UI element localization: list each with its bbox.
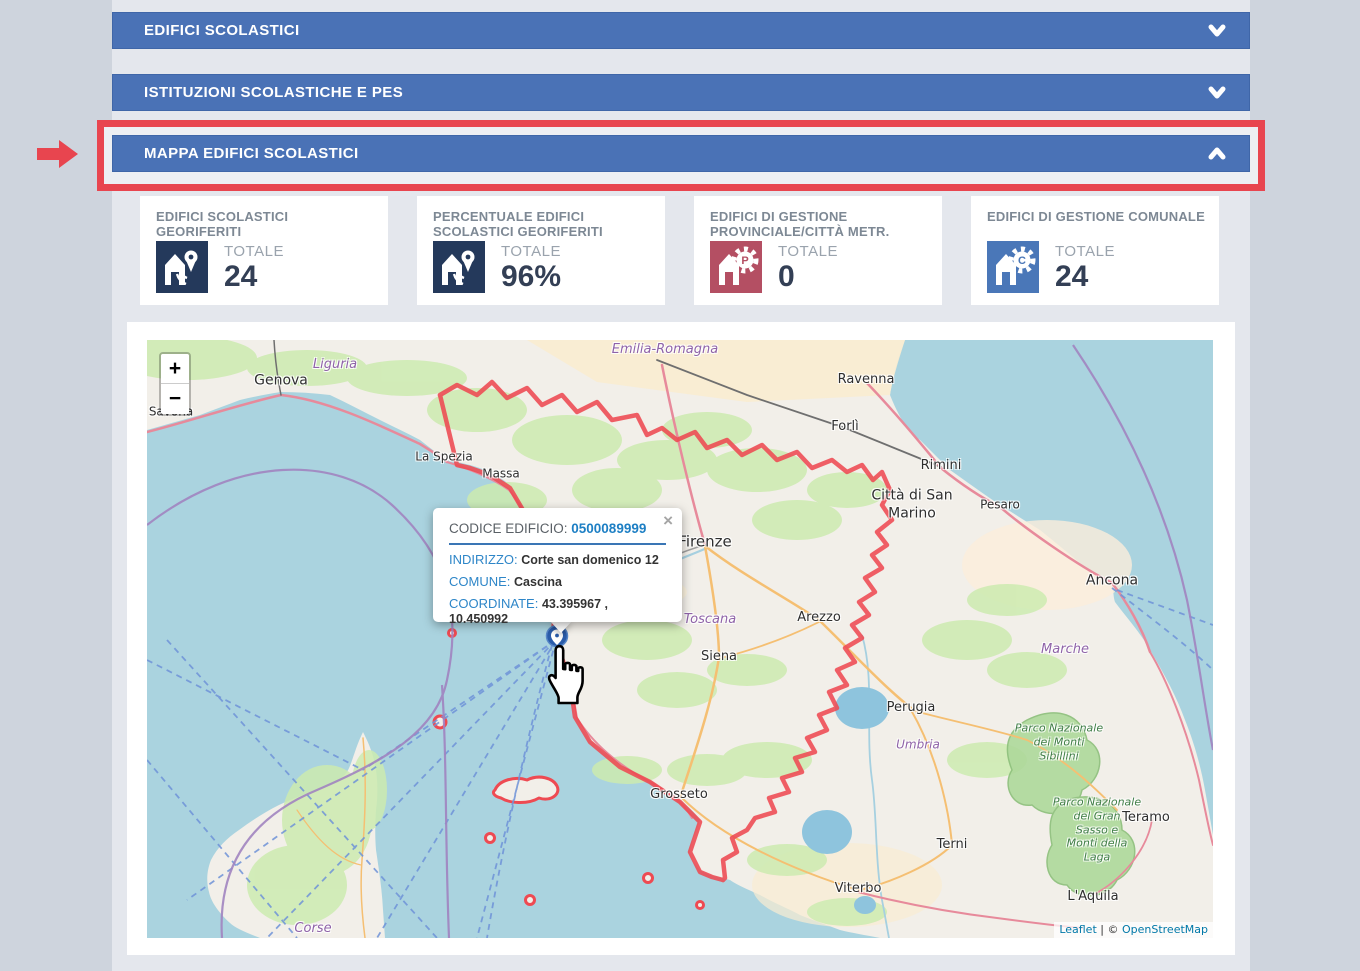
accordion-label: MAPPA EDIFICI SCOLASTICI — [113, 145, 359, 162]
totale-value: 24 — [224, 260, 257, 294]
popup-indirizzo-row: INDIRIZZO: Corte san domenico 12 — [449, 552, 666, 567]
openstreetmap-link[interactable]: OpenStreetMap — [1122, 923, 1208, 936]
codice-edificio-link[interactable]: 0500089999 — [571, 521, 646, 536]
map-popup: × CODICE EDIFICIO: 0500089999 INDIRIZZO:… — [433, 508, 682, 622]
stat-card-gestione-comunale: EDIFICI DI GESTIONE COMUNALE C TOTALE 24 — [971, 196, 1219, 305]
building-gear-icon: C — [987, 241, 1039, 293]
building-gear-icon: P — [710, 241, 762, 293]
totale-label: TOTALE — [501, 243, 561, 260]
svg-text:P: P — [741, 255, 748, 267]
accordion-label: ISTITUZIONI SCOLASTICHE E PES — [113, 84, 403, 101]
stat-title: EDIFICI DI GESTIONE PROVINCIALE/CITTÀ ME… — [694, 196, 942, 240]
accordion-istituzioni-scolastiche[interactable]: ISTITUZIONI SCOLASTICHE E PES — [112, 74, 1250, 111]
attribution-separator: | © — [1097, 923, 1122, 936]
totale-value: 96% — [501, 260, 561, 294]
accordion-label: EDIFICI SCOLASTICI — [113, 22, 300, 39]
stat-card-georiferiti: EDIFICI SCOLASTICI GEORIFERITI TOTALE 24 — [140, 196, 388, 305]
popup-close-icon[interactable]: × — [663, 511, 673, 531]
stat-title: EDIFICI DI GESTIONE COMUNALE — [971, 196, 1219, 224]
chevron-down-icon — [1205, 21, 1229, 46]
zoom-in-button[interactable]: + — [161, 354, 189, 384]
map-attribution: Leaflet | © OpenStreetMap — [1054, 922, 1213, 938]
map-card: GenovaSavonaLiguriaEmilia-RomagnaLa Spez… — [127, 322, 1235, 955]
zoom-out-button[interactable]: − — [161, 384, 189, 414]
stat-card-gestione-provinciale: EDIFICI DI GESTIONE PROVINCIALE/CITTÀ ME… — [694, 196, 942, 305]
accordion-mappa-edifici-scolastici[interactable]: MAPPA EDIFICI SCOLASTICI — [112, 135, 1250, 172]
popup-coordinate-row: COORDINATE: 43.395967 , 10.450992 — [449, 596, 666, 626]
totale-value: 0 — [778, 260, 795, 294]
svg-text:C: C — [1018, 255, 1026, 267]
chevron-down-icon — [1205, 83, 1229, 108]
leaflet-link[interactable]: Leaflet — [1059, 923, 1096, 936]
map-base-layer — [147, 340, 1213, 938]
totale-value: 24 — [1055, 260, 1088, 294]
building-pin-icon — [156, 241, 208, 293]
popup-comune-row: COMUNE: Cascina — [449, 574, 666, 589]
accordion-edifici-scolastici[interactable]: EDIFICI SCOLASTICI — [112, 12, 1250, 49]
chevron-up-icon — [1205, 144, 1229, 169]
building-pin-icon — [433, 241, 485, 293]
stat-title: PERCENTUALE EDIFICI SCOLASTICI GEORIFERI… — [417, 196, 665, 240]
codice-edificio-label: CODICE EDIFICIO: — [449, 521, 571, 536]
stat-title: EDIFICI SCOLASTICI GEORIFERITI — [140, 196, 388, 240]
totale-label: TOTALE — [224, 243, 284, 260]
popup-code-row: CODICE EDIFICIO: 0500089999 — [449, 521, 666, 545]
totale-label: TOTALE — [778, 243, 838, 260]
red-highlight-box: MAPPA EDIFICI SCOLASTICI — [97, 120, 1265, 191]
stat-card-percentuale: PERCENTUALE EDIFICI SCOLASTICI GEORIFERI… — [417, 196, 665, 305]
red-arrow-annotation — [37, 139, 78, 169]
hand-cursor-icon — [543, 642, 589, 706]
totale-label: TOTALE — [1055, 243, 1115, 260]
leaflet-map[interactable]: GenovaSavonaLiguriaEmilia-RomagnaLa Spez… — [147, 340, 1213, 938]
page: EDIFICI SCOLASTICI ISTITUZIONI SCOLASTIC… — [0, 0, 1360, 971]
map-zoom-control: + − — [159, 352, 191, 416]
